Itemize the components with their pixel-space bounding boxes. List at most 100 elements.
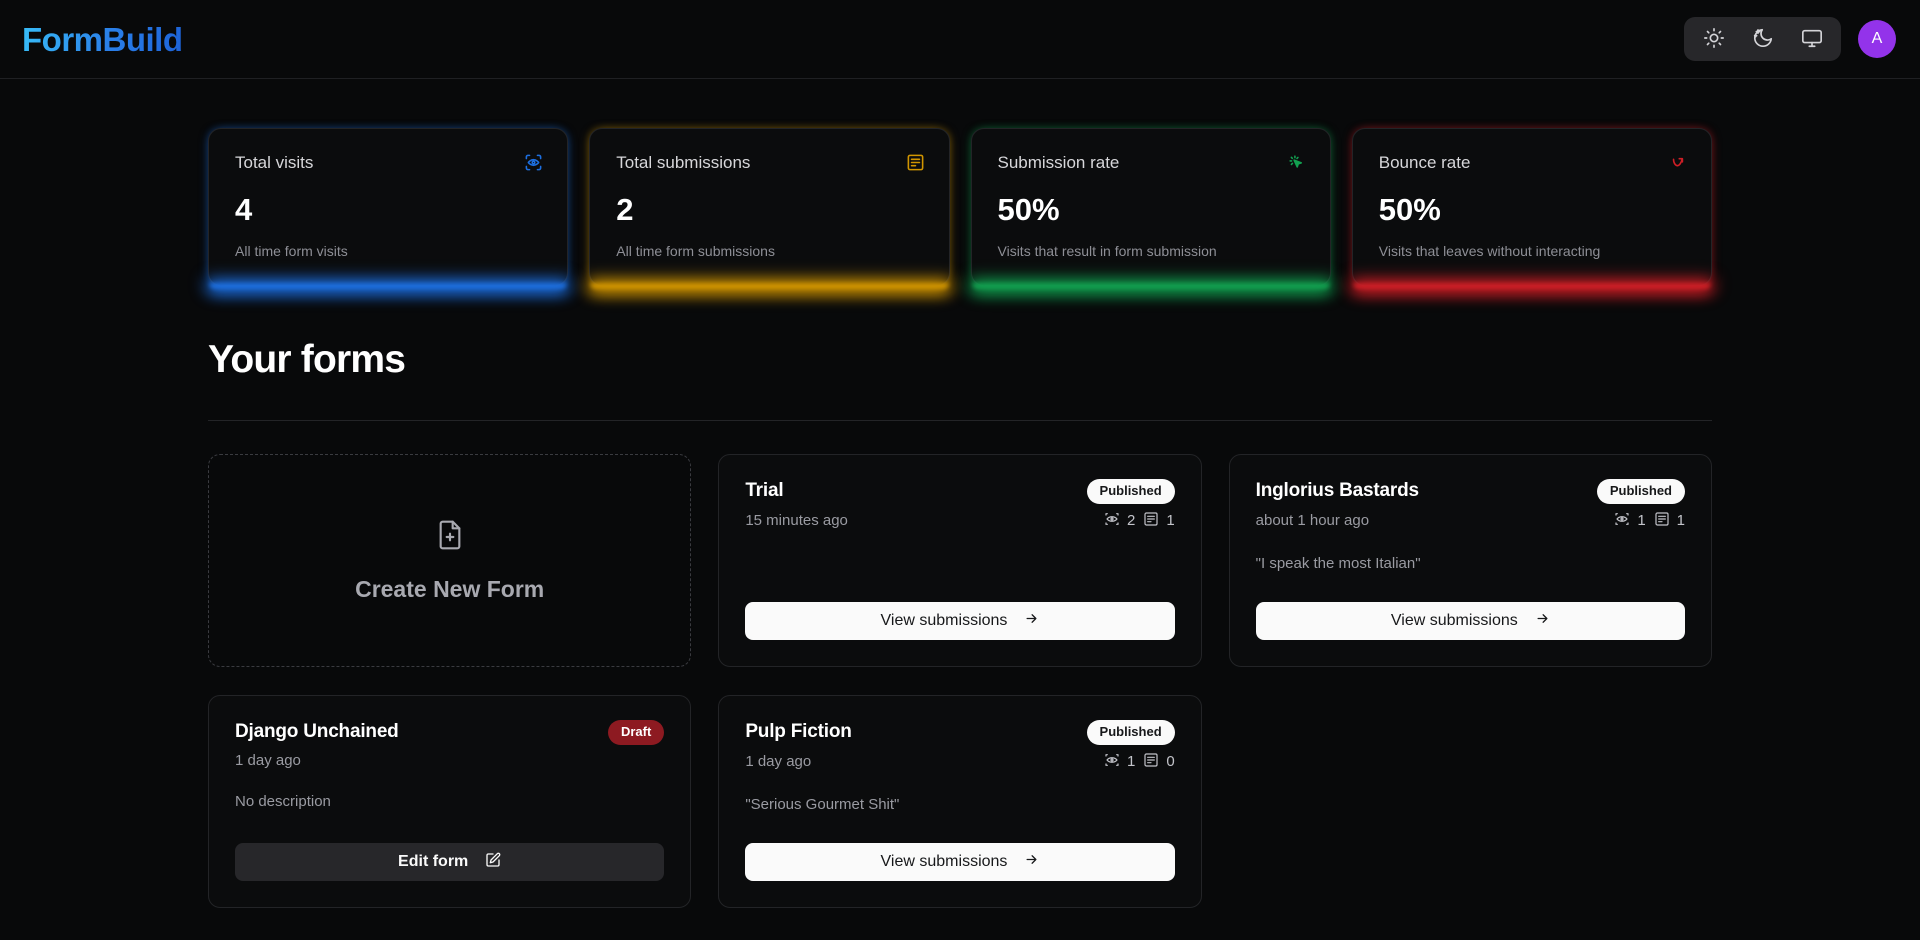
trending-arrow-icon: [1668, 153, 1687, 177]
edit-form-label: Edit form: [398, 853, 469, 870]
submissions-stat: 1: [1654, 511, 1685, 531]
submissions-stat: 0: [1143, 752, 1175, 772]
submissions-count: 1: [1166, 512, 1175, 530]
theme-toggle-group: [1684, 17, 1841, 61]
stat-card-header: Total submissions: [616, 153, 924, 177]
theme-system-button[interactable]: [1788, 22, 1835, 56]
form-card-pulp-fiction: Pulp Fiction Published 1 day ago 1 0 "Se…: [718, 695, 1202, 908]
stat-card-header: Total visits: [235, 153, 543, 177]
stat-value: 4: [235, 192, 253, 227]
view-submissions-button[interactable]: View submissions: [745, 602, 1175, 640]
moon-icon: [1752, 27, 1774, 52]
submissions-stat: 1: [1143, 511, 1175, 531]
mouse-pointer-click-icon: [1287, 153, 1306, 177]
stat-card-header: Submission rate: [998, 153, 1306, 177]
eye-scan-icon: [524, 153, 543, 177]
stat-value: 50%: [1378, 192, 1441, 227]
status-badge: Published: [1086, 479, 1175, 504]
stat-card-submission-rate: Submission rate 50% Visits that result i…: [970, 128, 1331, 286]
view-submissions-label: View submissions: [1390, 612, 1518, 629]
app-logo[interactable]: FormBuild: [22, 23, 183, 56]
topbar-actions: A: [1684, 17, 1896, 61]
edit-form-button[interactable]: Edit form: [235, 843, 665, 881]
visits-stat: 2: [1104, 511, 1135, 531]
visits-count: 2: [1126, 512, 1136, 530]
sun-icon: [1703, 27, 1725, 52]
form-stats: 2 1: [1104, 511, 1175, 531]
eye-icon: [1614, 511, 1630, 531]
arrow-right-icon: [1024, 852, 1039, 872]
form-card-meta: 1 day ago 1 0: [745, 752, 1175, 772]
avatar[interactable]: A: [1858, 20, 1896, 58]
theme-light-button[interactable]: [1690, 22, 1737, 56]
form-description: No description: [235, 792, 331, 810]
visits-stat: 1: [1614, 511, 1646, 531]
status-badge: Published: [1596, 479, 1685, 504]
arrow-right-icon: [1024, 611, 1039, 631]
form-card-meta: about 1 hour ago 1 1: [1256, 511, 1685, 531]
form-card-trial: Trial Published 15 minutes ago 2 1 View …: [718, 454, 1202, 667]
form-card-header: Pulp Fiction Published: [745, 720, 1175, 745]
status-badge: Published: [1086, 720, 1175, 745]
page-content: Total visits 4 All time form visits Tota…: [0, 79, 1920, 908]
form-title: Inglorius Bastards: [1255, 480, 1419, 502]
stat-title: Total visits: [235, 153, 314, 172]
form-card-inglorius-bastards: Inglorius Bastards Published about 1 hou…: [1228, 454, 1712, 667]
eye-icon: [1104, 752, 1120, 772]
stats-row: Total visits 4 All time form visits Tota…: [208, 79, 1712, 286]
view-submissions-label: View submissions: [880, 612, 1008, 629]
form-input-icon: [906, 153, 925, 177]
stat-subtitle: All time form visits: [235, 243, 348, 260]
visits-count: 1: [1637, 512, 1646, 530]
create-new-form-label: Create New Form: [355, 575, 545, 602]
form-description: "Serious Gourmet Shit": [745, 795, 900, 813]
pencil-square-icon: [485, 852, 501, 873]
stat-card-header: Bounce rate: [1379, 153, 1687, 177]
form-updated-date: 1 day ago: [235, 751, 301, 769]
status-badge: Draft: [607, 720, 665, 745]
stat-value: 2: [616, 192, 634, 227]
stat-card-total-visits: Total visits 4 All time form visits: [208, 128, 569, 286]
section-divider: [208, 420, 1712, 421]
submissions-count: 1: [1676, 512, 1685, 530]
monitor-icon: [1801, 27, 1823, 52]
stat-title: Submission rate: [997, 153, 1120, 172]
form-card-meta: 15 minutes ago 2 1: [745, 511, 1175, 531]
file-plus-icon: [434, 519, 466, 556]
view-submissions-button[interactable]: View submissions: [745, 843, 1175, 881]
visits-stat: 1: [1104, 752, 1135, 772]
form-icon: [1654, 511, 1670, 531]
form-updated-date: 15 minutes ago: [745, 512, 848, 530]
eye-icon: [1104, 511, 1120, 531]
theme-dark-button[interactable]: [1739, 22, 1786, 56]
form-title: Pulp Fiction: [745, 721, 852, 743]
view-submissions-button[interactable]: View submissions: [1255, 602, 1685, 640]
stat-title: Total submissions: [616, 153, 751, 172]
stat-subtitle: All time form submissions: [616, 243, 775, 260]
form-stats: 1 1: [1614, 511, 1685, 531]
stat-subtitle: Visits that result in form submission: [997, 243, 1217, 260]
form-updated-date: about 1 hour ago: [1255, 512, 1370, 530]
page-title: Your forms: [208, 338, 406, 381]
form-icon: [1143, 752, 1159, 772]
visits-count: 1: [1126, 753, 1136, 771]
create-new-form-card[interactable]: Create New Form: [208, 454, 692, 667]
form-card-header: Django Unchained Draft: [235, 720, 665, 745]
form-updated-date: 1 day ago: [745, 753, 812, 771]
form-stats: 1 0: [1104, 752, 1175, 772]
stat-card-bounce-rate: Bounce rate 50% Visits that leaves witho…: [1351, 128, 1712, 286]
form-card-header: Inglorius Bastards Published: [1256, 479, 1685, 504]
stat-card-total-submissions: Total submissions 2 All time form submis…: [589, 128, 950, 286]
form-description: "I speak the most Italian": [1255, 554, 1421, 572]
form-card-meta: 1 day ago: [235, 752, 664, 769]
submissions-count: 0: [1166, 753, 1175, 771]
view-submissions-label: View submissions: [880, 853, 1008, 870]
stat-value: 50%: [997, 192, 1060, 227]
form-icon: [1143, 511, 1159, 531]
stat-subtitle: Visits that leaves without interacting: [1378, 243, 1601, 260]
form-title: Trial: [745, 480, 784, 502]
